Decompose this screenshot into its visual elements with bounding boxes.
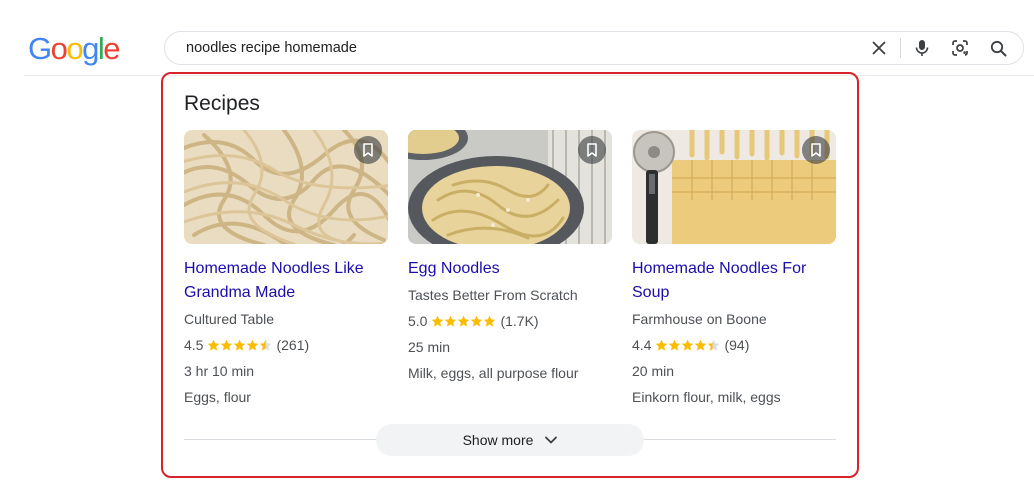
recipe-title-link[interactable]: Egg Noodles [408, 257, 612, 281]
chevron-down-icon [545, 436, 558, 444]
review-count: (1.7K) [500, 313, 539, 329]
rating-stars [431, 315, 496, 328]
recipe-time: 20 min [632, 363, 675, 379]
logo-letter: o [66, 31, 83, 66]
star-icon [458, 315, 470, 327]
recipe-title-line: Egg Noodles [408, 260, 500, 277]
clear-button[interactable] [860, 32, 898, 64]
recipe-rating: 4.5 (261) [184, 332, 388, 358]
recipe-title-link[interactable]: Homemade Noodles For Soup [632, 257, 836, 305]
save-recipe-button[interactable] [578, 136, 606, 164]
voice-search-button[interactable] [903, 32, 941, 64]
image-search-button[interactable] [941, 32, 979, 64]
recipe-ingredients: Einkorn flour, milk, eggs [632, 389, 781, 405]
star-icon [208, 339, 220, 351]
logo-letter: e [103, 31, 120, 66]
review-count: (261) [276, 337, 310, 353]
search-button[interactable] [979, 32, 1017, 64]
show-more-label: Show more [462, 432, 534, 448]
recipe-title-link[interactable]: Homemade Noodles Like Grandma Made [184, 257, 388, 305]
recipe-image[interactable] [184, 130, 388, 244]
bookmark-icon [811, 143, 821, 157]
recipe-title-line: Grandma Made [184, 284, 296, 301]
search-bar[interactable]: noodles recipe homemade [164, 31, 1024, 65]
recipe-rating: 4.4 (94) [632, 332, 836, 358]
rating-value: 4.4 [632, 337, 652, 353]
recipe-card[interactable]: Homemade Noodles For Soup Farmhouse on B… [632, 130, 836, 410]
save-recipe-button[interactable] [802, 136, 830, 164]
section-title: Recipes [184, 92, 260, 115]
logo-letter: G [28, 31, 52, 66]
star-icon [656, 339, 668, 351]
recipe-image[interactable] [632, 130, 836, 244]
star-icon [682, 339, 694, 351]
bookmark-icon [363, 143, 373, 157]
show-more-button[interactable]: Show more [376, 424, 644, 456]
microphone-icon [915, 40, 929, 56]
star-icon [695, 339, 707, 351]
bookmark-icon [587, 143, 597, 157]
lens-icon [952, 40, 968, 56]
star-icon [708, 339, 720, 351]
google-logo[interactable]: Google [28, 31, 120, 67]
star-icon [260, 339, 272, 351]
search-input[interactable]: noodles recipe homemade [186, 40, 860, 56]
recipe-source: Tastes Better From Scratch [408, 287, 578, 303]
recipe-source: Cultured Table [184, 311, 275, 327]
star-icon [221, 339, 233, 351]
recipe-rating: 5.0 (1.7K) [408, 308, 612, 334]
recipe-card[interactable]: Homemade Noodles Like Grandma Made Cultu… [184, 130, 388, 410]
divider [900, 38, 901, 58]
rating-stars [655, 339, 720, 352]
star-icon [445, 315, 457, 327]
recipe-source: Farmhouse on Boone [632, 311, 767, 327]
star-icon [484, 315, 496, 327]
star-icon [471, 315, 483, 327]
logo-letter: o [50, 31, 68, 66]
recipe-ingredients: Eggs, flour [184, 389, 251, 405]
save-recipe-button[interactable] [354, 136, 382, 164]
rating-value: 5.0 [408, 313, 428, 329]
close-icon [872, 41, 886, 55]
recipe-time: 3 hr 10 min [184, 363, 255, 379]
logo-letter: g [82, 31, 99, 66]
recipe-title-line: Homemade Noodles For [632, 260, 807, 277]
star-icon [234, 339, 246, 351]
recipe-title-line: Homemade Noodles Like [184, 260, 364, 277]
rating-stars [207, 339, 272, 352]
search-icon [990, 40, 1006, 56]
recipe-image[interactable] [408, 130, 612, 244]
recipe-time: 25 min [408, 339, 451, 355]
search-actions [860, 32, 1023, 64]
rating-value: 4.5 [184, 337, 204, 353]
recipe-card[interactable]: Egg Noodles Tastes Better From Scratch 5… [408, 130, 612, 386]
star-icon [432, 315, 444, 327]
review-count: (94) [724, 337, 750, 353]
star-icon [669, 339, 681, 351]
recipe-title-line: Soup [632, 284, 670, 301]
star-icon [247, 339, 259, 351]
recipe-ingredients: Milk, eggs, all purpose flour [408, 365, 579, 381]
